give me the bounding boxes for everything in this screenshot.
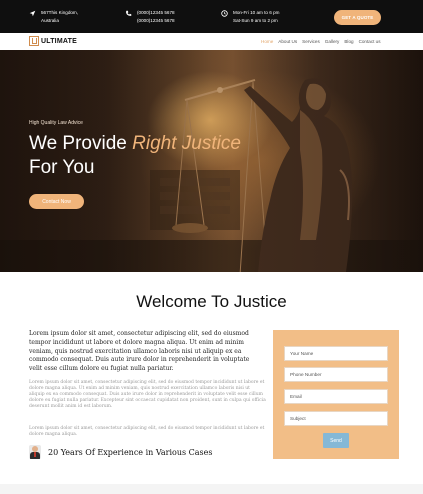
nav-menu: Home About Us Services Gallery Blog Cont… [261, 39, 381, 44]
phone-icon [125, 10, 132, 17]
nav-item-home[interactable]: Home [261, 39, 273, 44]
nav-item-gallery[interactable]: Gallery [325, 39, 340, 44]
phone-info: (0000)12345 5678 (0000)12345 5678 [125, 9, 175, 25]
phone-line-1[interactable]: (0000)12345 5678 [137, 9, 175, 17]
address-info: 567This Kingdom, Australia [29, 9, 78, 25]
hours-line-1: Mon-Fri 10 am to 6 pm [233, 10, 280, 15]
nav-item-blog[interactable]: Blog [344, 39, 353, 44]
hours-line-2: Sat-Sun 9 am to 2 pm [233, 18, 278, 23]
email-field[interactable]: Email [284, 389, 388, 404]
phone-field[interactable]: Phone Number [284, 367, 388, 382]
welcome-intro-text: Lorem ipsum dolor sit amet, consectetur … [29, 330, 250, 373]
clock-icon [221, 10, 228, 17]
welcome-heading: Welcome To Justice [136, 292, 287, 311]
location-arrow-icon [29, 10, 36, 17]
nav-item-contact-us[interactable]: Contact us [359, 39, 381, 44]
get-a-quote-button[interactable]: GET A QUOTE [334, 10, 381, 25]
subject-field[interactable]: Subject [284, 411, 388, 426]
footer-strip [0, 484, 423, 494]
experience-text: 20 Years Of Experience in Various Cases [48, 447, 213, 457]
phone-line-2[interactable]: (0000)12345 5678 [137, 17, 175, 25]
welcome-paragraph-2: Lorem ipsum dolor sit amet, consectetur … [29, 426, 265, 438]
experience-badge: 20 Years Of Experience in Various Cases [29, 445, 212, 459]
site-logo[interactable]: ULTIMATE [29, 36, 77, 46]
lawyer-avatar [29, 445, 41, 459]
hero-title: We Provide Right Justice For You [29, 132, 269, 180]
contact-now-button[interactable]: Contact Now [29, 194, 84, 209]
address-line-1: 567This Kingdom, [41, 10, 79, 15]
hero-title-highlight: Right Justice [132, 133, 241, 154]
hero-title-part1: We Provide [29, 133, 133, 154]
main-navbar: ULTIMATE Home About Us Services Gallery … [0, 33, 423, 50]
hero-title-part2: For You [29, 157, 95, 178]
name-field[interactable]: Your Name [284, 346, 388, 361]
nav-item-about-us[interactable]: About Us [278, 39, 297, 44]
hours-info: Mon-Fri 10 am to 6 pm Sat-Sun 9 am to 2 … [221, 9, 279, 25]
nav-item-services[interactable]: Services [302, 39, 320, 44]
hero-subtitle: High Quality Law Advice [29, 120, 83, 126]
logo-mark-icon [29, 36, 39, 46]
address-line-2: Australia [41, 18, 59, 23]
send-button[interactable]: Send [323, 433, 349, 448]
hero-banner: High Quality Law Advice We Provide Right… [0, 50, 423, 272]
top-info-bar: 567This Kingdom, Australia (0000)12345 5… [0, 0, 423, 33]
contact-form: Your Name Phone Number Email Subject Sen… [273, 330, 399, 459]
welcome-paragraph-1: Lorem ipsum dolor sit amet, consectetur … [29, 380, 266, 410]
logo-text: ULTIMATE [41, 37, 77, 45]
